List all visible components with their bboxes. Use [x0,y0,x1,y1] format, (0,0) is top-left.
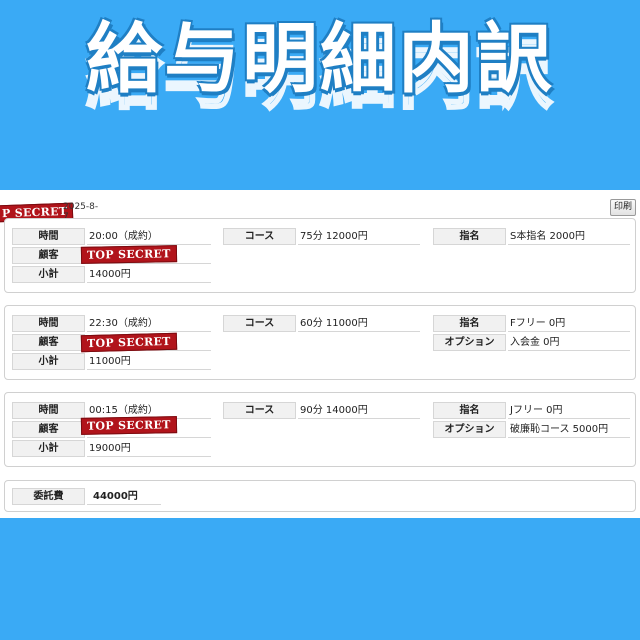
time-label: 時間 [12,315,85,332]
course-label: コース [223,402,296,419]
redaction-stamp: TOP SECRET [80,245,177,264]
title-banner: 給与明細内訳 給与明細内訳 [0,14,640,124]
time-label: 時間 [12,228,85,245]
customer-label: 顧客 [12,421,85,438]
course-label: コース [223,228,296,245]
nomination-value: Fフリー 0円 [508,315,630,332]
nomination-label: 指名 [433,402,506,419]
time-label: 時間 [12,402,85,419]
entry-card-2: 時間 22:30（成約） 顧客 様 TOP SECRET 小計 11000円 コ… [4,305,636,380]
nomination-value: S本指名 2000円 [508,228,630,245]
print-button[interactable]: 印刷 [610,199,636,216]
nomination-label: 指名 [433,315,506,332]
course-value: 75分 12000円 [298,228,420,245]
subtotal-label: 小計 [12,353,85,370]
fee-label: 委託費 [12,488,85,505]
course-value: 90分 14000円 [298,402,420,419]
customer-label: 顧客 [12,247,85,264]
pay-statement-panel: P SECRET 2025-8-7 印刷 時間 20:00（成約） 顧客 様 T… [0,190,640,518]
subtotal-value: 14000円 [87,266,211,283]
option-value: 破廉恥コース 5000円 [508,421,630,438]
option-value: 入会金 0円 [508,334,630,351]
customer-label: 顧客 [12,334,85,351]
subtotal-label: 小計 [12,266,85,283]
toolbar: P SECRET 2025-8-7 印刷 [0,194,640,225]
entry-card-1: 時間 20:00（成約） 顧客 様 TOP SECRET 小計 14000円 コ… [4,218,636,293]
entry-card-3: 時間 00:15（成約） 顧客 リ様 TOP SECRET 小計 19000円 … [4,392,636,467]
course-value: 60分 11000円 [298,315,420,332]
time-value: 22:30（成約） [87,315,211,332]
subtotal-value: 11000円 [87,353,211,370]
option-label: オプション [433,334,506,351]
option-label: オプション [433,421,506,438]
fee-value: 44000円 [87,488,161,505]
time-value: 20:00（成約） [87,228,211,245]
subtotal-value: 19000円 [87,440,211,457]
redaction-stamp: TOP SECRET [80,332,177,353]
course-label: コース [223,315,296,332]
nomination-value: Jフリー 0円 [508,402,630,419]
redaction-stamp: TOP SECRET [80,416,177,435]
fee-card: 委託費 44000円 [4,480,636,512]
nomination-label: 指名 [433,228,506,245]
page-title: 給与明細内訳 [86,14,554,103]
subtotal-label: 小計 [12,440,85,457]
